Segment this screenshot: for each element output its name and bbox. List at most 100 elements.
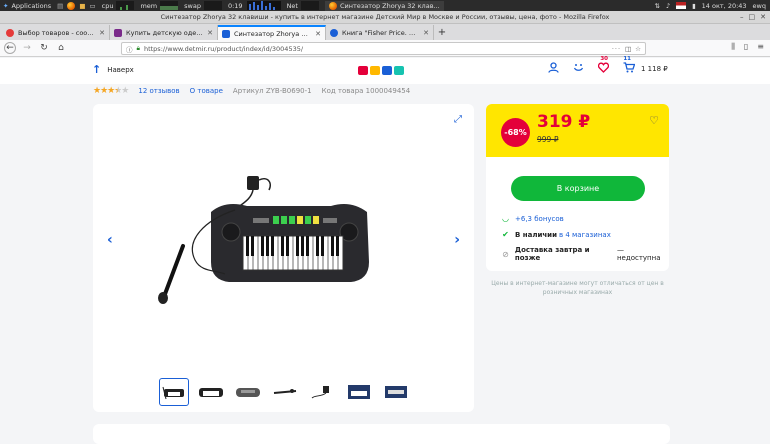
thumbnail-4[interactable] bbox=[270, 378, 300, 406]
thumbnail-5[interactable] bbox=[307, 378, 337, 406]
thumbnail-1[interactable] bbox=[159, 378, 189, 406]
tab-3-active[interactable]: Синтезатор Zhorya 32 клав... ✕ bbox=[218, 25, 326, 40]
heart-icon bbox=[597, 62, 610, 73]
apps-icon: ✦ bbox=[3, 1, 9, 10]
favorites-button[interactable]: 30 bbox=[597, 56, 610, 76]
files-icon[interactable]: ▤ bbox=[57, 2, 63, 10]
tab-close-icon[interactable]: ✕ bbox=[423, 29, 429, 37]
product-gallery: ⤢ ‹ › bbox=[93, 104, 474, 412]
minimize-icon[interactable]: – bbox=[740, 13, 744, 21]
maximize-icon[interactable]: □ bbox=[749, 13, 756, 21]
tab-1[interactable]: Выбор товаров - сообщество... ✕ bbox=[2, 25, 110, 40]
thumbnail-3[interactable] bbox=[233, 378, 263, 406]
volume-icon[interactable]: ♪ bbox=[666, 2, 670, 10]
cpu-graph bbox=[116, 1, 135, 10]
new-tab-button[interactable]: + bbox=[434, 25, 450, 40]
back-button[interactable]: ← bbox=[4, 42, 16, 54]
swap-graph bbox=[203, 1, 222, 10]
tab-label: Выбор товаров - сообщество... bbox=[18, 28, 95, 37]
scroll-top-button[interactable]: ↑ Наверх bbox=[92, 63, 134, 76]
cpu-label: cpu bbox=[101, 1, 114, 10]
price-disclaimer: Цены в интернет-магазине могут отличатьс… bbox=[491, 280, 664, 296]
tab-close-icon[interactable]: ✕ bbox=[315, 30, 321, 38]
unavailable-icon: ⊘ bbox=[502, 249, 509, 259]
product-meta-row: ★★★★★ 12 отзывов О товаре Артикул ZYB-B0… bbox=[93, 86, 410, 96]
tab-close-icon[interactable]: ✕ bbox=[99, 29, 105, 37]
arrow-up-icon: ↑ bbox=[92, 63, 102, 76]
gallery-prev-button[interactable]: ‹ bbox=[107, 232, 113, 248]
sidebar-icon[interactable]: ▯ bbox=[744, 42, 748, 52]
reviews-link[interactable]: 12 отзывов bbox=[138, 87, 179, 95]
tab-label: Книга "Fisher Price. Лев. Ки... bbox=[342, 28, 419, 37]
fullscreen-icon[interactable]: ⤢ bbox=[454, 114, 462, 125]
close-icon[interactable]: ✕ bbox=[760, 13, 766, 21]
info-icon[interactable]: ⓘ bbox=[126, 44, 133, 54]
folder-icon[interactable]: ■ bbox=[79, 2, 85, 10]
check-icon: ✔ bbox=[502, 230, 509, 239]
smile-bonus-icon: ◡ bbox=[502, 214, 509, 223]
os-taskbar: ✦ Applications ▤ ■ ▭ cpu mem swap 0:19 N… bbox=[0, 0, 770, 11]
discount-badge: -68% bbox=[501, 118, 530, 147]
thumbnail-7[interactable] bbox=[381, 378, 411, 406]
tab-favicon-icon bbox=[222, 29, 230, 38]
user-label[interactable]: ewq bbox=[753, 2, 766, 10]
home-button[interactable]: ⌂ bbox=[55, 42, 67, 54]
network-icon[interactable]: ⇅ bbox=[654, 2, 659, 10]
clock[interactable]: 14 окт, 20:43 bbox=[702, 2, 747, 10]
taskbar-window-firefox[interactable]: Синтезатор Zhorya 32 клав... bbox=[324, 0, 444, 11]
about-product-link[interactable]: О товаре bbox=[190, 87, 223, 95]
price-band: -68% 319 ₽ 999 ₽ ♡ bbox=[486, 104, 669, 157]
thumbnail-2[interactable] bbox=[196, 378, 226, 406]
rating-stars: ★★★★★ bbox=[93, 86, 129, 96]
systray: ⇅ ♪ ▮ 14 окт, 20:43 ewq bbox=[654, 2, 770, 10]
gallery-next-button[interactable]: › bbox=[454, 232, 460, 248]
url-bar[interactable]: ⓘ 🔒︎ https://www.detmir.ru/product/index… bbox=[121, 42, 646, 55]
mem-graph bbox=[160, 1, 179, 10]
smile-icon[interactable] bbox=[573, 62, 584, 76]
terminal-icon[interactable]: ▭ bbox=[89, 2, 95, 10]
profile-icon[interactable] bbox=[548, 62, 559, 76]
quicklaunch: ▤ ■ ▭ bbox=[57, 1, 96, 10]
applications-menu[interactable]: ✦ Applications bbox=[0, 2, 51, 10]
library-icon[interactable]: ⫼ bbox=[731, 42, 735, 52]
pocket-icon[interactable]: ◫ bbox=[625, 45, 631, 53]
bonus-row: ◡ +6,3 бонусов bbox=[501, 214, 564, 223]
header-actions: 30 11 1 118 ₽ bbox=[548, 56, 668, 76]
window-controls: – □ ✕ bbox=[740, 13, 766, 21]
tab-close-icon[interactable]: ✕ bbox=[207, 29, 213, 37]
article-number: Артикул ZYB-B0690-1 bbox=[232, 87, 312, 95]
site-logo[interactable] bbox=[358, 66, 404, 75]
reload-button[interactable]: ↻ bbox=[38, 42, 50, 54]
stores-link[interactable]: в 4 магазинах bbox=[559, 231, 611, 239]
cart-icon bbox=[623, 62, 636, 73]
add-to-favorites-icon[interactable]: ♡ bbox=[649, 114, 659, 127]
applications-label: Applications bbox=[11, 1, 52, 10]
tab-favicon-icon bbox=[330, 28, 338, 37]
in-cart-button[interactable]: В корзине bbox=[511, 176, 645, 201]
delivery-label: Доставка завтра и позже bbox=[514, 246, 590, 262]
delivery-row: ⊘ Доставка завтра и позже — недоступна bbox=[501, 246, 669, 262]
thumbnail-6[interactable] bbox=[344, 378, 374, 406]
forward-button[interactable]: → bbox=[21, 42, 33, 54]
tab-4[interactable]: Книга "Fisher Price. Лев. Ки... ✕ bbox=[326, 25, 434, 40]
cart-button[interactable]: 11 bbox=[623, 56, 636, 76]
lock-icon[interactable]: 🔒︎ bbox=[137, 44, 140, 53]
window-titlebar[interactable]: Синтезатор Zhorya 32 клавиши - купить в … bbox=[0, 11, 770, 24]
bonus-text[interactable]: +6,3 бонусов bbox=[515, 215, 564, 223]
tab-2[interactable]: Купить детскую одежду в и... ✕ bbox=[110, 25, 218, 40]
menu-icon[interactable]: ≡ bbox=[757, 42, 764, 52]
net-monitor: Net bbox=[287, 1, 319, 10]
firefox-icon[interactable] bbox=[67, 1, 76, 10]
favorites-count: 30 bbox=[600, 56, 608, 62]
bookmark-star-icon[interactable]: ☆ bbox=[635, 45, 641, 53]
flag-icon[interactable] bbox=[676, 2, 687, 9]
task-title: Синтезатор Zhorya 32 клав... bbox=[339, 1, 440, 10]
product-image bbox=[158, 176, 369, 304]
tab-label: Синтезатор Zhorya 32 клав... bbox=[234, 29, 311, 38]
page-actions-icon[interactable]: ··· bbox=[612, 45, 621, 53]
url-text: https://www.detmir.ru/product/index/id/3… bbox=[143, 44, 304, 53]
scroll-top-label: Наверх bbox=[107, 65, 134, 74]
battery-icon[interactable]: ▮ bbox=[692, 2, 696, 10]
product-code: Код товара 1000049454 bbox=[321, 87, 411, 95]
tab-favicon-icon bbox=[114, 28, 122, 37]
